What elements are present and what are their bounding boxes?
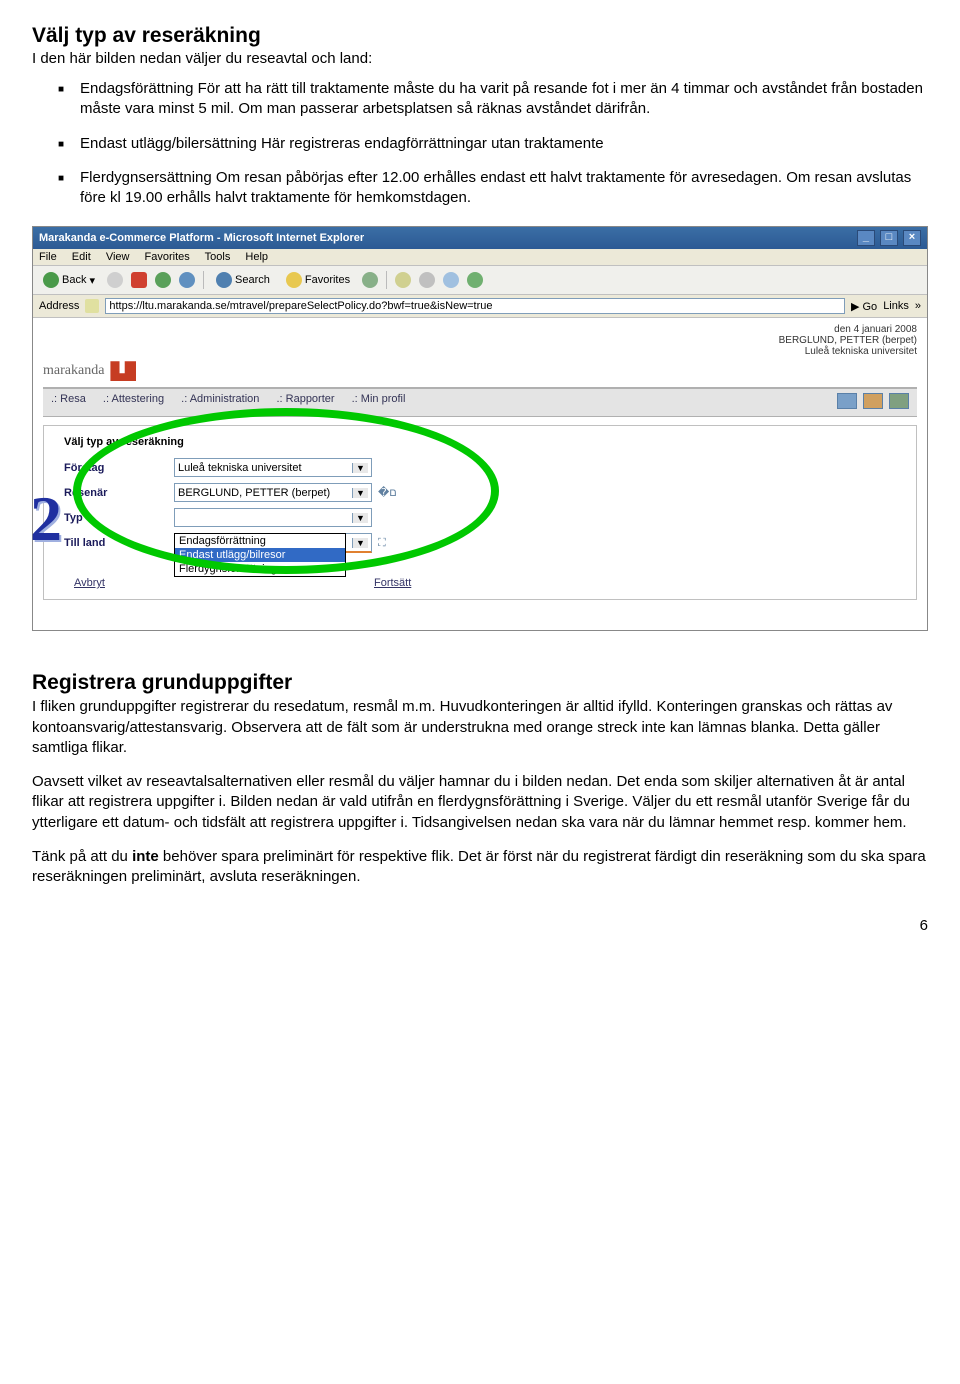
menu-bar: File Edit View Favorites Tools Help [33, 249, 927, 266]
section2-p1: I fliken grunduppgifter registrerar du r… [32, 697, 928, 758]
list-item: Endast utlägg/bilersättning Här registre… [80, 134, 928, 154]
form-panel: Välj typ av reseräkning Företag Luleå te… [43, 425, 917, 600]
brand-text: marakanda [43, 363, 104, 379]
bullet-list: Endagsförättning För att ha rätt till tr… [32, 79, 928, 208]
chevron-icon: » [915, 300, 921, 312]
panel-title: Välj typ av reseräkning [64, 436, 896, 448]
favorites-label: Favorites [305, 274, 350, 286]
p3-pre: Tänk på att du [32, 848, 132, 865]
page-content: den 4 januari 2008 BERGLUND, PETTER (ber… [33, 318, 927, 630]
section2-p3: Tänk på att du inte behöver spara prelim… [32, 847, 928, 888]
mail-icon[interactable] [395, 272, 411, 288]
window-buttons: _ □ × [855, 230, 921, 246]
menu-favorites[interactable]: Favorites [145, 251, 190, 263]
brand-logo: marakanda [43, 361, 917, 381]
user-text: BERGLUND, PETTER (berpet) [779, 335, 917, 346]
print-icon[interactable] [419, 272, 435, 288]
messenger-icon[interactable] [467, 272, 483, 288]
section1-title: Välj typ av reseräkning [32, 24, 928, 48]
embedded-screenshot: Marakanda e-Commerce Platform - Microsof… [32, 226, 928, 631]
menu-edit[interactable]: Edit [72, 251, 91, 263]
window-titlebar: Marakanda e-Commerce Platform - Microsof… [33, 227, 927, 249]
chevron-down-icon: ▼ [352, 463, 368, 473]
nav-icon-1[interactable] [837, 393, 857, 409]
section2-p2: Oavsett vilket av reseavtalsalternativen… [32, 772, 928, 833]
nav-icon-2[interactable] [863, 393, 883, 409]
date-text: den 4 januari 2008 [834, 324, 917, 335]
step-number-annotation: 2 [30, 482, 62, 556]
edit-icon[interactable] [443, 272, 459, 288]
typ-dropdown: Endagsförrättning Endast utlägg/bilresor… [174, 533, 346, 577]
minimize-icon[interactable]: _ [857, 230, 875, 246]
field-foretag[interactable]: Luleå tekniska universitet ▼ [174, 458, 372, 477]
menu-tools[interactable]: Tools [205, 251, 231, 263]
nav-administration[interactable]: .: Administration [181, 393, 259, 405]
dropdown-option[interactable]: Endagsförrättning [175, 534, 345, 548]
refresh-icon[interactable] [155, 272, 171, 288]
dropdown-option[interactable]: Flerdygnsförrättning [175, 562, 345, 576]
list-item: Flerdygnsersättning Om resan påbörjas ef… [80, 168, 928, 209]
lookup-icon[interactable]: �ם [378, 486, 397, 499]
avbryt-link[interactable]: Avbryt [74, 577, 105, 589]
chevron-down-icon: ▼ [352, 488, 368, 498]
close-icon[interactable]: × [903, 230, 921, 246]
search-label: Search [235, 274, 270, 286]
maximize-icon[interactable]: □ [880, 230, 898, 246]
menu-file[interactable]: File [39, 251, 57, 263]
page-icon [85, 299, 99, 313]
p3-bold: inte [132, 848, 159, 865]
star-icon [286, 272, 302, 288]
address-input[interactable] [105, 298, 845, 314]
section1-intro: I den här bilden nedan väljer du reseavt… [32, 50, 928, 67]
menu-view[interactable]: View [106, 251, 130, 263]
nav-attestering[interactable]: .: Attestering [103, 393, 164, 405]
home-icon[interactable] [179, 272, 195, 288]
lookup-icon[interactable]: ⛶ [378, 537, 386, 550]
label-foretag: Företag [64, 462, 174, 474]
nav-min-profil[interactable]: .: Min profil [352, 393, 406, 405]
main-nav: .: Resa .: Attestering .: Administration… [43, 387, 917, 417]
address-bar: Address ▶ Go Links » [33, 295, 927, 318]
org-text: Luleå tekniska universitet [805, 346, 917, 357]
toolbar: Back ▾ Search Favorites [33, 266, 927, 295]
field-typ[interactable]: ▼ [174, 508, 372, 527]
search-button[interactable]: Search [212, 270, 274, 290]
section2-title: Registrera grunduppgifter [32, 671, 928, 695]
forward-icon[interactable] [107, 272, 123, 288]
stop-icon[interactable] [131, 272, 147, 288]
address-label: Address [39, 300, 79, 312]
favorites-button[interactable]: Favorites [282, 270, 354, 290]
page-number: 6 [32, 917, 928, 934]
label-resenar: Resenär [64, 487, 174, 499]
nav-resa[interactable]: .: Resa [51, 393, 86, 405]
fortsatt-link[interactable]: Fortsätt [374, 577, 411, 589]
dropdown-option[interactable]: Endast utlägg/bilresor [175, 548, 345, 562]
search-icon [216, 272, 232, 288]
back-label: Back [62, 274, 86, 286]
menu-help[interactable]: Help [245, 251, 268, 263]
field-resenar[interactable]: BERGLUND, PETTER (berpet) ▼ [174, 483, 372, 502]
field-resenar-value: BERGLUND, PETTER (berpet) [178, 487, 330, 499]
brand-mark-icon [110, 361, 136, 381]
chevron-down-icon: ▼ [352, 538, 368, 548]
links-button[interactable]: Links [883, 300, 909, 312]
go-label: Go [863, 301, 878, 313]
label-till-land: Till land [64, 537, 174, 549]
back-button[interactable]: Back ▾ [39, 270, 99, 290]
nav-icon-3[interactable] [889, 393, 909, 409]
field-foretag-value: Luleå tekniska universitet [178, 462, 302, 474]
back-icon [43, 272, 59, 288]
nav-rapporter[interactable]: .: Rapporter [276, 393, 334, 405]
chevron-down-icon: ▼ [352, 513, 368, 523]
go-button[interactable]: ▶ Go [851, 300, 877, 313]
label-typ: Typ [64, 512, 174, 524]
media-icon[interactable] [362, 272, 378, 288]
list-item: Endagsförättning För att ha rätt till tr… [80, 79, 928, 120]
p3-post: behöver spara preliminärt för respektive… [32, 848, 926, 885]
window-title: Marakanda e-Commerce Platform - Microsof… [39, 232, 364, 244]
